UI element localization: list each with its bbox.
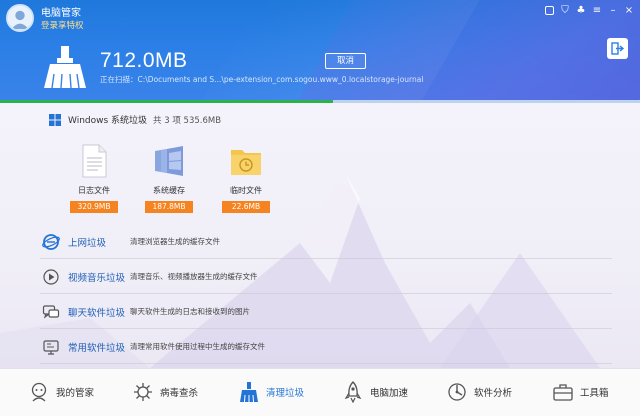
junk-item-size: 187.8MB xyxy=(145,201,193,213)
butler-icon xyxy=(31,382,47,402)
nav-toolbox[interactable]: 工具箱 xyxy=(552,381,609,403)
windows-logo-icon xyxy=(49,113,61,126)
header: 电脑管家 登录享特权 ⛉ ♣ ≡ – × 712.0MB 正在扫描：C:\Doc… xyxy=(0,0,640,103)
windows-section-title: Windows 系统垃圾 xyxy=(68,116,148,126)
cancel-button[interactable]: 取消 xyxy=(325,53,366,69)
ie-icon xyxy=(42,233,60,250)
nav-software-analysis[interactable]: 软件分析 xyxy=(446,381,512,403)
vip-login-link[interactable]: 登录享特权 xyxy=(41,19,84,31)
shield-icon[interactable]: ⛉ xyxy=(558,4,572,17)
minimize-icon[interactable]: – xyxy=(606,4,620,17)
bottom-navigation: 我的管家 病毒查杀 清理垃圾 电脑加速 软件分析 工具箱 xyxy=(0,368,640,416)
nav-my-butler[interactable]: 我的管家 xyxy=(28,381,94,403)
virus-icon xyxy=(134,383,152,401)
category-title: 视频音乐垃圾 xyxy=(68,272,126,284)
junk-item-label: 临时文件 xyxy=(230,186,262,195)
windows-section-summary: 共 3 项 535.6MB xyxy=(153,115,222,126)
nav-label: 工具箱 xyxy=(580,388,609,399)
analysis-icon xyxy=(448,383,466,401)
software-icon xyxy=(43,339,59,355)
junk-item-system-cache[interactable]: 系统缓存 187.8MB xyxy=(145,143,193,213)
category-web-junk[interactable]: 上网垃圾 清理浏览器生成的缓存文件 xyxy=(40,225,612,259)
scan-result-panel: Windows 系统垃圾 共 3 项 535.6MB 日志文件 320.9MB … xyxy=(0,103,640,368)
windows-cache-icon xyxy=(155,146,183,176)
nav-label: 软件分析 xyxy=(474,388,513,399)
broom-icon xyxy=(44,46,86,89)
nav-label: 电脑加速 xyxy=(370,388,409,399)
nav-speed-up[interactable]: 电脑加速 xyxy=(342,381,408,403)
close-icon[interactable]: × xyxy=(622,4,636,17)
category-chat-junk[interactable]: 聊天软件垃圾 聊天软件生成的日志和接收到的图片 xyxy=(40,295,612,329)
play-icon xyxy=(43,268,59,285)
shirt-icon[interactable]: ♣ xyxy=(574,4,588,17)
category-description: 清理常用软件使用过程中生成的缓存文件 xyxy=(130,342,265,351)
category-title: 聊天软件垃圾 xyxy=(68,307,126,319)
nav-virus-scan[interactable]: 病毒查杀 xyxy=(132,381,198,403)
document-icon xyxy=(82,144,107,178)
windows-section-header: Windows 系统垃圾 共 3 项 535.6MB xyxy=(49,113,221,126)
exit-side-button[interactable] xyxy=(607,38,628,59)
nav-label: 病毒查杀 xyxy=(160,388,199,399)
nav-label: 清理垃圾 xyxy=(266,388,305,399)
app-title: 电脑管家 xyxy=(41,8,81,19)
user-icon xyxy=(8,6,32,30)
category-title: 上网垃圾 xyxy=(68,237,107,249)
toolbox-icon xyxy=(553,384,573,401)
broom-icon xyxy=(240,382,258,403)
exit-icon xyxy=(611,42,625,55)
category-description: 聊天软件生成的日志和接收到的图片 xyxy=(130,307,250,316)
menu-icon[interactable]: ≡ xyxy=(590,4,604,17)
category-description: 清理音乐、视频播放器生成的缓存文件 xyxy=(130,272,258,281)
scan-status: 正在扫描：C:\Documents and S...\pe-extension_… xyxy=(100,75,424,84)
avatar[interactable] xyxy=(6,4,34,32)
category-description: 清理浏览器生成的缓存文件 xyxy=(130,237,220,246)
junk-item-log-files[interactable]: 日志文件 320.9MB xyxy=(70,143,118,213)
skin-icon[interactable] xyxy=(542,4,556,17)
junk-item-label: 日志文件 xyxy=(78,186,110,195)
junk-item-size: 320.9MB xyxy=(70,201,118,213)
chat-icon xyxy=(42,304,60,319)
junk-item-temp-files[interactable]: 临时文件 22.6MB xyxy=(222,143,270,213)
category-title: 常用软件垃圾 xyxy=(68,342,126,354)
scan-size: 712.0MB xyxy=(100,49,188,72)
nav-clean-junk[interactable]: 清理垃圾 xyxy=(238,381,304,403)
junk-item-label: 系统缓存 xyxy=(153,186,185,195)
rocket-icon xyxy=(344,381,362,403)
junk-item-size: 22.6MB xyxy=(222,201,270,213)
category-software-junk[interactable]: 常用软件垃圾 清理常用软件使用过程中生成的缓存文件 xyxy=(40,330,612,364)
folder-clock-icon xyxy=(231,150,261,175)
category-video-music-junk[interactable]: 视频音乐垃圾 清理音乐、视频播放器生成的缓存文件 xyxy=(40,260,612,294)
nav-label: 我的管家 xyxy=(56,388,95,399)
window-controls: ⛉ ♣ ≡ – × xyxy=(542,4,636,17)
